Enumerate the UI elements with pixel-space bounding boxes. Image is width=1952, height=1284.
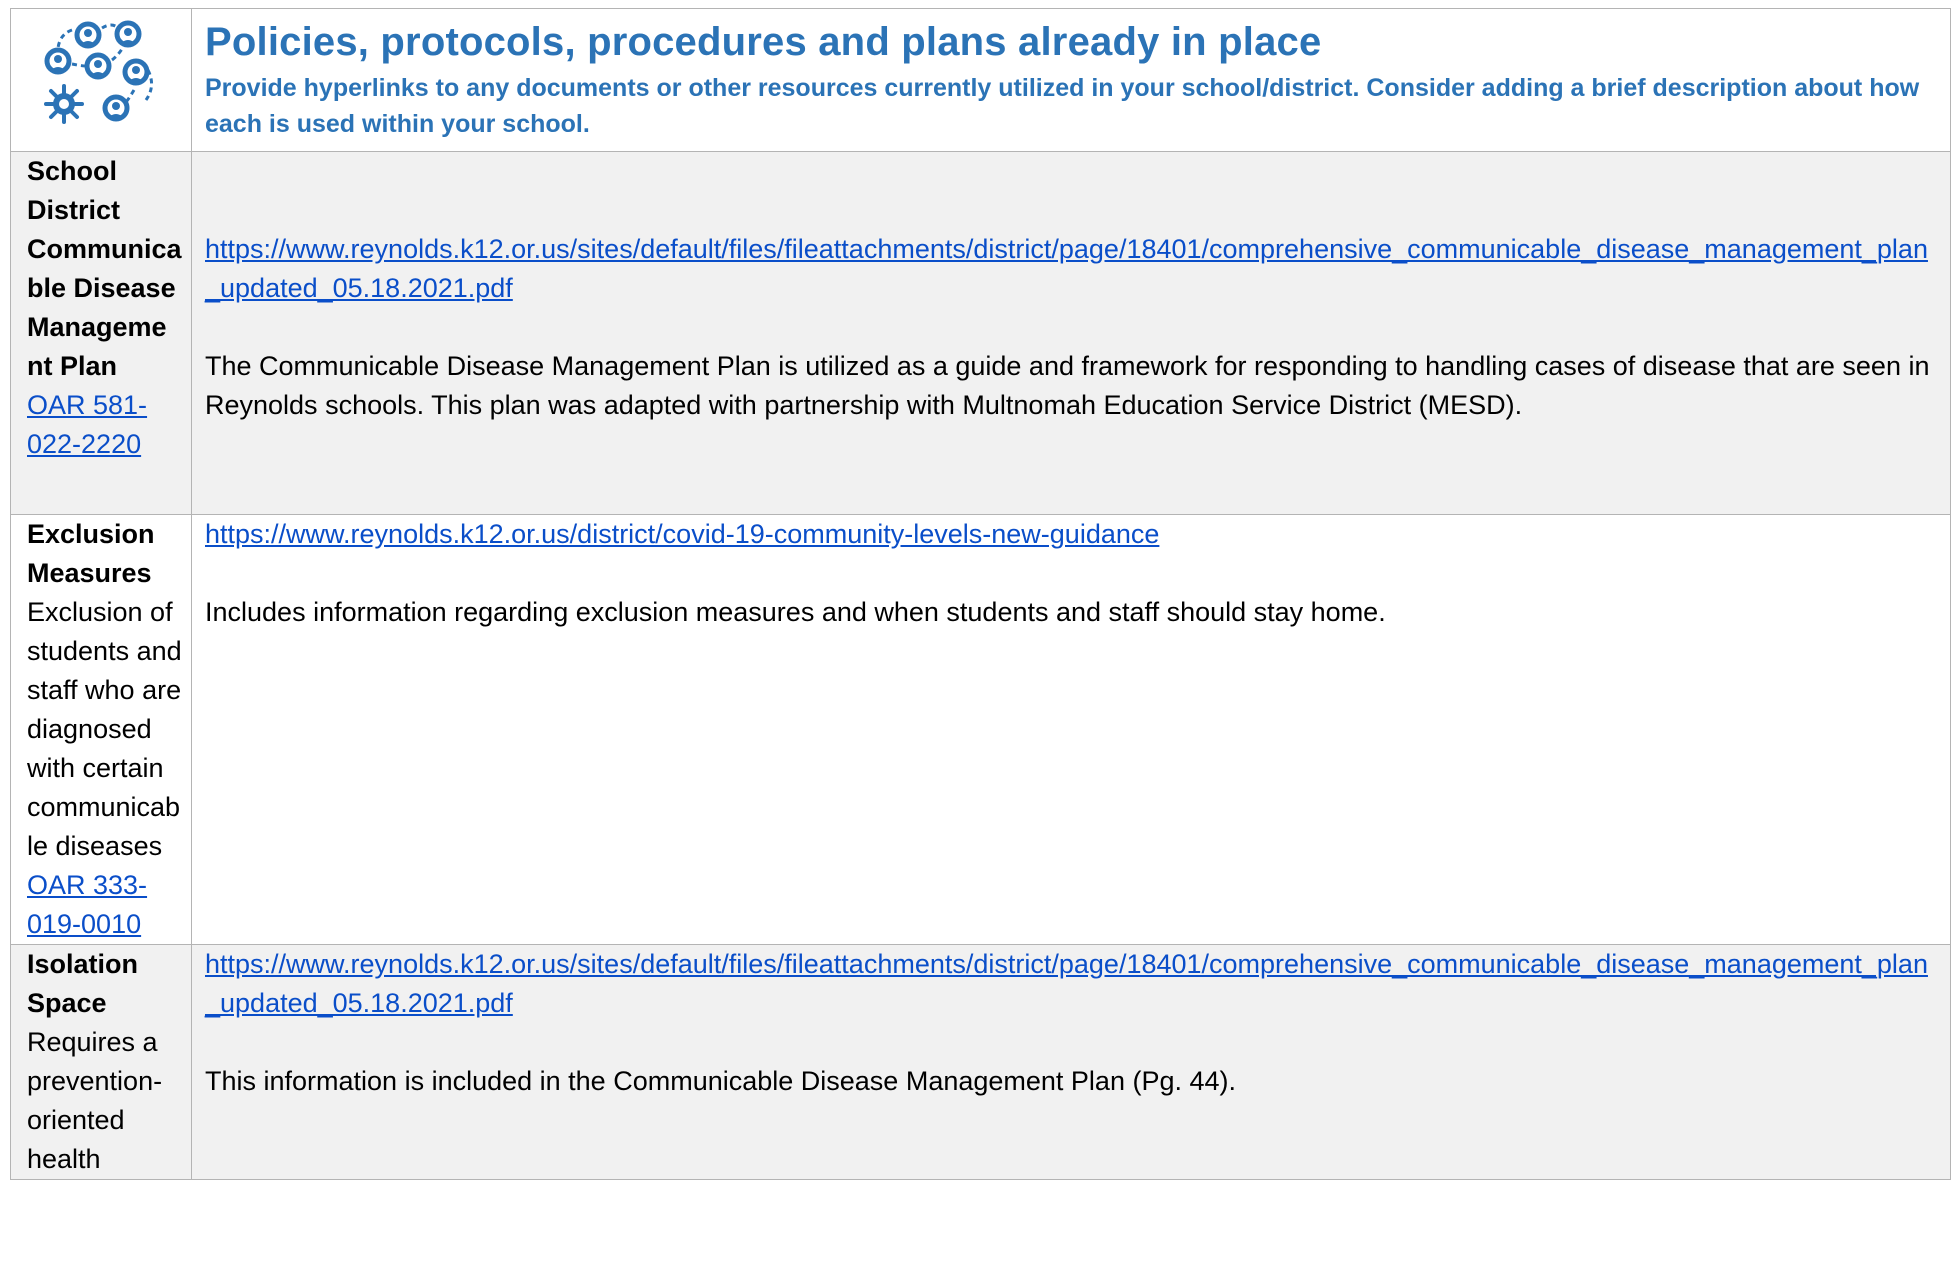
oar-link[interactable]: OAR 581-022-2220 bbox=[27, 386, 183, 464]
row-content-cell: https://www.reynolds.k12.or.us/sites/def… bbox=[191, 151, 1951, 515]
page-title: Policies, protocols, procedures and plan… bbox=[205, 20, 1322, 64]
people-network-icon bbox=[44, 20, 153, 124]
header-text-cell: Policies, protocols, procedures and plan… bbox=[191, 8, 1951, 152]
row-description: The Communicable Disease Management Plan… bbox=[205, 351, 1930, 420]
row-content-cell: https://www.reynolds.k12.or.us/district/… bbox=[191, 514, 1951, 945]
page-subtitle: Provide hyperlinks to any documents or o… bbox=[205, 74, 1920, 138]
row-label-cell: Exclusion Measures Exclusion of students… bbox=[10, 514, 192, 945]
row-label-title: Isolation Space bbox=[27, 949, 139, 1018]
resource-link[interactable]: https://www.reynolds.k12.or.us/sites/def… bbox=[205, 230, 1934, 308]
row-content-cell: https://www.reynolds.k12.or.us/sites/def… bbox=[191, 944, 1951, 1180]
row-label-cell: Isolation Space Requires a prevention-or… bbox=[10, 944, 192, 1180]
row-label-title: School District Communicable Disease Man… bbox=[27, 156, 182, 381]
policies-table: Policies, protocols, procedures and plan… bbox=[10, 8, 1951, 1180]
oar-link[interactable]: OAR 333-019-0010 bbox=[27, 866, 183, 944]
row-label-description: Requires a prevention-oriented health bbox=[27, 1027, 163, 1174]
header-row: Policies, protocols, procedures and plan… bbox=[10, 8, 1951, 152]
resource-link[interactable]: https://www.reynolds.k12.or.us/district/… bbox=[205, 515, 1934, 554]
row-label-cell: School District Communicable Disease Man… bbox=[10, 151, 192, 515]
table-row: School District Communicable Disease Man… bbox=[10, 151, 1951, 515]
table-row: Isolation Space Requires a prevention-or… bbox=[10, 944, 1951, 1180]
table-row: Exclusion Measures Exclusion of students… bbox=[10, 514, 1951, 945]
row-label-description: Exclusion of students and staff who are … bbox=[27, 597, 182, 861]
header-icon-cell bbox=[10, 8, 192, 152]
row-label-title: Exclusion Measures bbox=[27, 519, 155, 588]
row-description: This information is included in the Comm… bbox=[205, 1066, 1237, 1096]
resource-link[interactable]: https://www.reynolds.k12.or.us/sites/def… bbox=[205, 945, 1934, 1023]
row-description: Includes information regarding exclusion… bbox=[205, 597, 1386, 627]
